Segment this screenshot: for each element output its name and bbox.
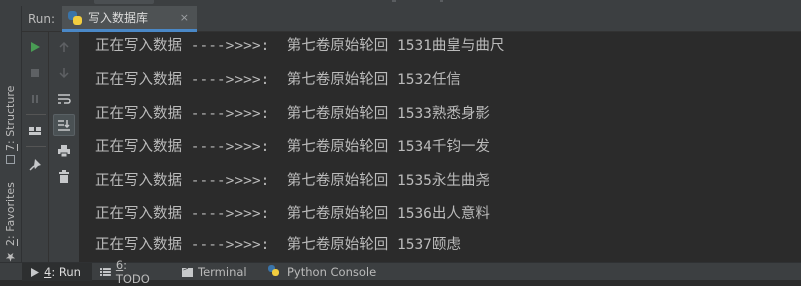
terminal-icon — [182, 264, 193, 277]
scroll-to-end-button[interactable] — [53, 114, 75, 136]
layout-icon — [29, 127, 41, 135]
python-console-icon — [268, 265, 282, 279]
scroll-up-icon — [59, 41, 69, 52]
terminal-tool-tab[interactable]: Terminal — [174, 263, 258, 281]
pin-tab-button[interactable] — [24, 154, 46, 176]
scroll-up-button[interactable] — [53, 36, 75, 58]
pin-icon — [29, 159, 41, 171]
stop-button[interactable] — [24, 62, 46, 84]
python-console-tool-tab-label: Python Console — [287, 265, 377, 279]
run-tool-tab-label: 4: Run — [44, 265, 81, 279]
run-icon — [31, 42, 40, 52]
run-icon — [31, 267, 39, 277]
previous-window-mark — [392, 0, 396, 2]
scroll-to-end-icon — [58, 120, 70, 131]
clear-all-button[interactable] — [53, 166, 75, 188]
scroll-down-icon — [59, 68, 69, 79]
scroll-down-button[interactable] — [53, 62, 75, 84]
pause-button[interactable] — [24, 88, 46, 110]
close-tab-icon[interactable]: × — [180, 11, 189, 24]
soft-wrap-button[interactable] — [53, 88, 75, 110]
run-config-tab-label: 写入数据库 — [88, 11, 149, 25]
console-output[interactable]: 正在写入数据 ---->>>>: 第七卷原始轮回 1531曲皇与曲尺 正在写入数… — [80, 32, 801, 262]
bottom-tool-stripe: 4: Run 6: TODO Terminal Python Console — [0, 258, 801, 286]
console-line: 正在写入数据 ---->>>>: 第七卷原始轮回 1532任信 — [95, 72, 461, 88]
stop-icon — [31, 69, 39, 77]
run-toolbar-secondary — [49, 32, 80, 262]
restore-layout-button[interactable] — [24, 120, 46, 142]
previous-window-mark — [440, 0, 443, 2]
terminal-tool-tab-label: Terminal — [198, 265, 247, 279]
toolbar-separator — [26, 114, 46, 115]
print-button[interactable] — [53, 140, 75, 162]
print-icon — [58, 145, 70, 158]
pause-icon — [32, 95, 38, 103]
console-line: 正在写入数据 ---->>>>: 第七卷原始轮回 1537颐虑 — [95, 237, 461, 253]
run-header-label: Run: — [28, 12, 56, 26]
soft-wrap-icon — [58, 94, 71, 104]
console-line: 正在写入数据 ---->>>>: 第七卷原始轮回 1536出人意料 — [95, 206, 490, 222]
structure-icon — [6, 155, 15, 164]
todo-tool-tab-label: 6: TODO — [115, 258, 150, 286]
structure-label: 7: Structure — [4, 85, 17, 151]
todo-tool-tab[interactable]: 6: TODO — [92, 258, 172, 286]
run-config-tab[interactable]: 写入数据库 × — [62, 6, 197, 32]
console-line: 正在写入数据 ---->>>>: 第七卷原始轮回 1531曲皇与曲尺 — [95, 38, 505, 54]
left-tool-stripe: 7: Structure ★ 2: Favorites — [0, 6, 22, 264]
console-line: 正在写入数据 ---->>>>: 第七卷原始轮回 1534千钧一发 — [95, 139, 490, 155]
toolbar-separator — [26, 146, 46, 147]
python-console-tool-tab[interactable]: Python Console — [260, 263, 390, 281]
run-tool-window-header: Run: 写入数据库 × — [22, 6, 801, 32]
run-tool-tab[interactable]: 4: Run — [22, 263, 92, 281]
todo-list-icon — [100, 268, 111, 276]
run-toolbar-primary — [22, 32, 49, 262]
console-line: 正在写入数据 ---->>>>: 第七卷原始轮回 1533熟悉身影 — [95, 106, 490, 122]
rerun-button[interactable] — [24, 36, 46, 58]
console-line: 正在写入数据 ---->>>>: 第七卷原始轮回 1535永生曲尧 — [95, 173, 490, 189]
favorites-label: 2: Favorites — [4, 182, 17, 246]
structure-tool-button[interactable]: 7: Structure — [2, 76, 19, 164]
favorites-tool-button[interactable]: ★ 2: Favorites — [2, 174, 19, 264]
python-file-icon — [68, 10, 82, 25]
previous-window-tab — [94, 0, 154, 4]
trash-icon — [59, 170, 69, 183]
